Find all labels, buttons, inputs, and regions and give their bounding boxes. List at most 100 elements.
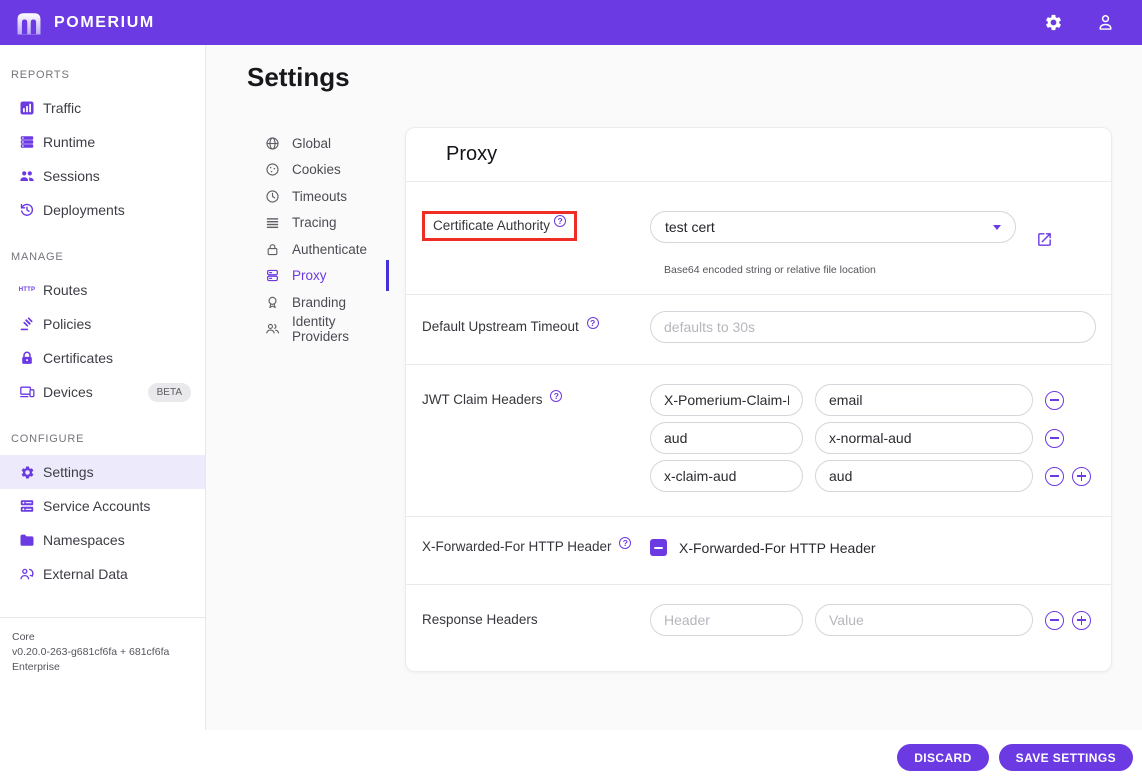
settings-nav-label: Global bbox=[292, 135, 332, 151]
deployments-history-icon bbox=[19, 202, 35, 218]
pomerium-bridge-icon bbox=[14, 9, 44, 36]
settings-nav-timeouts[interactable]: Timeouts bbox=[265, 183, 389, 210]
settings-nav-branding[interactable]: Branding bbox=[265, 289, 389, 316]
sidebar-item-label: Devices bbox=[43, 384, 93, 400]
sidebar: REPORTS Traffic Runtime Sessions Deploym… bbox=[0, 45, 206, 730]
sidebar-item-runtime[interactable]: Runtime bbox=[0, 125, 205, 159]
version-string: v0.20.0-263-g681cf6fa + 681cf6fa bbox=[12, 646, 170, 658]
sidebar-item-external-data[interactable]: External Data bbox=[0, 557, 205, 591]
sidebar-item-settings[interactable]: Settings bbox=[0, 455, 205, 489]
proxy-stack-icon bbox=[265, 268, 280, 283]
sidebar-item-label: External Data bbox=[43, 566, 128, 582]
jwt-claim-row bbox=[650, 460, 1095, 492]
add-row-icon[interactable] bbox=[1072, 466, 1091, 486]
certificate-authority-value: test cert bbox=[665, 219, 715, 235]
settings-nav-proxy[interactable]: Proxy bbox=[265, 263, 389, 290]
jwt-claim-key-input[interactable] bbox=[650, 460, 803, 492]
selected-nav-indicator bbox=[386, 260, 389, 291]
form-actions: DISCARD SAVE SETTINGS bbox=[897, 744, 1133, 771]
tracing-lines-icon bbox=[265, 215, 280, 230]
settings-nav-cookies[interactable]: Cookies bbox=[265, 157, 389, 184]
sidebar-item-devices[interactable]: Devices BETA bbox=[0, 375, 205, 409]
sidebar-item-routes[interactable]: HTTP Routes bbox=[0, 273, 205, 307]
version-info: Core v0.20.0-263-g681cf6fa + 681cf6fa En… bbox=[0, 630, 205, 675]
sidebar-item-label: Runtime bbox=[43, 134, 96, 150]
jwt-claim-key-input[interactable] bbox=[650, 422, 803, 454]
jwt-claim-key-input[interactable] bbox=[650, 384, 803, 416]
remove-row-icon[interactable] bbox=[1045, 466, 1064, 486]
jwt-claim-headers-label-cell: JWT Claim Headers ? bbox=[422, 390, 650, 407]
discard-button[interactable]: DISCARD bbox=[897, 744, 989, 771]
help-icon[interactable]: ? bbox=[550, 390, 563, 402]
help-icon[interactable]: ? bbox=[619, 537, 632, 549]
namespaces-folder-icon bbox=[19, 532, 35, 548]
main-content: Settings Global Cookies Timeouts Tracing bbox=[206, 45, 1142, 730]
sidebar-item-label: Traffic bbox=[43, 100, 82, 116]
sidebar-footer-divider bbox=[0, 617, 205, 618]
save-settings-button[interactable]: SAVE SETTINGS bbox=[998, 744, 1133, 771]
sidebar-item-label: Sessions bbox=[43, 168, 100, 184]
external-data-icon bbox=[19, 566, 35, 582]
help-icon[interactable]: ? bbox=[586, 317, 599, 329]
devices-icon bbox=[19, 384, 35, 400]
settings-gear-icon[interactable] bbox=[1042, 12, 1064, 34]
sidebar-item-namespaces[interactable]: Namespaces bbox=[0, 523, 205, 557]
response-header-value-input[interactable] bbox=[815, 604, 1033, 636]
policies-gavel-icon bbox=[19, 316, 35, 332]
settings-nav-tracing[interactable]: Tracing bbox=[265, 210, 389, 237]
routes-http-icon: HTTP bbox=[18, 287, 36, 293]
runtime-stack-icon bbox=[19, 134, 35, 150]
response-header-key-input[interactable] bbox=[650, 604, 803, 636]
x-forwarded-for-checkbox[interactable] bbox=[650, 539, 667, 556]
jwt-claim-value-input[interactable] bbox=[815, 422, 1033, 454]
settings-nav-authenticate[interactable]: Authenticate bbox=[265, 236, 389, 263]
sidebar-item-label: Namespaces bbox=[43, 532, 125, 548]
help-icon[interactable]: ? bbox=[554, 214, 567, 227]
sidebar-item-label: Service Accounts bbox=[43, 498, 151, 514]
sidebar-item-policies[interactable]: Policies bbox=[0, 307, 205, 341]
remove-row-icon[interactable] bbox=[1045, 610, 1064, 630]
section-label-reports: REPORTS bbox=[11, 69, 70, 81]
settings-nav-global[interactable]: Global bbox=[265, 130, 389, 157]
add-row-icon[interactable] bbox=[1072, 610, 1091, 630]
beta-badge: BETA bbox=[147, 382, 191, 402]
sidebar-item-label: Certificates bbox=[43, 350, 114, 366]
version-edition: Enterprise bbox=[12, 661, 60, 673]
settings-nav-label: Timeouts bbox=[292, 188, 348, 204]
jwt-claim-row bbox=[650, 422, 1095, 454]
sidebar-item-service-accounts[interactable]: Service Accounts bbox=[0, 489, 205, 523]
red-highlight-box: Certificate Authority ? bbox=[422, 211, 578, 241]
sidebar-item-label: Deployments bbox=[43, 202, 125, 218]
jwt-claim-headers-row: JWT Claim Headers ? bbox=[406, 365, 1111, 517]
topbar: POMERIUM bbox=[0, 0, 1142, 45]
sidebar-item-certificates[interactable]: Certificates bbox=[0, 341, 205, 375]
card-title: Proxy bbox=[406, 128, 1111, 182]
remove-row-icon[interactable] bbox=[1045, 390, 1064, 410]
service-accounts-icon bbox=[19, 498, 35, 514]
sidebar-item-deployments[interactable]: Deployments bbox=[0, 193, 205, 227]
settings-nav-label: Branding bbox=[292, 294, 347, 310]
settings-nav-label: Tracing bbox=[292, 215, 337, 231]
open-in-new-icon[interactable] bbox=[1036, 231, 1053, 253]
settings-nav: Global Cookies Timeouts Tracing Authenti… bbox=[265, 130, 389, 344]
sidebar-item-sessions[interactable]: Sessions bbox=[0, 159, 205, 193]
settings-nav-identity-providers[interactable]: Identity Providers bbox=[265, 313, 389, 344]
clock-icon bbox=[265, 189, 280, 204]
settings-nav-label: Identity Providers bbox=[292, 313, 350, 344]
sessions-people-icon bbox=[19, 168, 35, 184]
jwt-claim-value-input[interactable] bbox=[815, 460, 1033, 492]
response-headers-label-cell: Response Headers bbox=[422, 612, 650, 627]
certificate-authority-select[interactable]: test cert bbox=[650, 211, 1016, 243]
proxy-settings-card: Proxy Certificate Authority ? test cert bbox=[405, 127, 1112, 672]
user-account-icon[interactable] bbox=[1094, 12, 1116, 34]
sidebar-item-traffic[interactable]: Traffic bbox=[0, 91, 205, 125]
jwt-claim-value-input[interactable] bbox=[815, 384, 1033, 416]
cookie-icon bbox=[265, 162, 280, 177]
sidebar-item-label: Routes bbox=[43, 282, 88, 298]
branding-ribbon-icon bbox=[265, 295, 280, 310]
default-upstream-timeout-input[interactable] bbox=[650, 311, 1096, 343]
remove-row-icon[interactable] bbox=[1045, 428, 1064, 448]
default-upstream-timeout-label-cell: Default Upstream Timeout ? bbox=[422, 317, 650, 334]
x-forwarded-for-row: X-Forwarded-For HTTP Header ? X-Forwarde… bbox=[406, 517, 1111, 585]
response-headers-row: Response Headers bbox=[406, 585, 1111, 671]
